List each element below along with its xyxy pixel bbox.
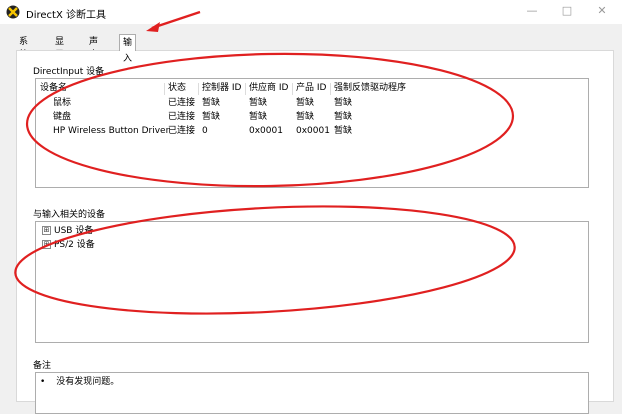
title-bar[interactable]: DirectX 诊断工具 — □ ✕ xyxy=(0,0,622,24)
column-header-force-feedback[interactable]: 强制反馈驱动程序 xyxy=(334,81,406,95)
column-separator[interactable] xyxy=(292,83,293,95)
table-row[interactable]: 键盘 已连接 暂缺 暂缺 暂缺 暂缺 xyxy=(36,110,588,124)
tab-display[interactable]: 显示 xyxy=(52,36,67,60)
tab-input[interactable]: 输入 xyxy=(119,34,137,64)
force-feedback-cell: 暂缺 xyxy=(334,112,353,122)
product-id-cell: 暂缺 xyxy=(296,112,315,122)
related-devices-tree[interactable]: ⊞ USB 设备 ⊞ PS/2 设备 xyxy=(35,221,589,343)
column-separator[interactable] xyxy=(164,83,165,95)
directinput-group-label: DirectInput 设备 xyxy=(33,67,105,77)
expand-icon[interactable]: ⊞ xyxy=(42,240,51,249)
minimize-button[interactable]: — xyxy=(514,0,550,24)
product-id-cell: 暂缺 xyxy=(296,98,315,108)
bullet-icon: • xyxy=(40,377,46,387)
status-cell: 已连接 xyxy=(168,98,196,108)
device-name-cell: 键盘 xyxy=(53,112,72,122)
list-header: 设备名 状态 控制器 ID 供应商 ID 产品 ID 强制反馈驱动程序 xyxy=(36,81,588,95)
note-item: • 没有发现问题。 xyxy=(40,375,119,389)
directinput-device-list[interactable]: 设备名 状态 控制器 ID 供应商 ID 产品 ID 强制反馈驱动程序 鼠标 已… xyxy=(35,78,589,188)
vendor-id-cell: 暂缺 xyxy=(249,98,268,108)
device-name-cell: 鼠标 xyxy=(53,98,72,108)
notes-box[interactable]: • 没有发现问题。 xyxy=(35,372,589,414)
notes-group-label: 备注 xyxy=(33,361,52,371)
force-feedback-cell: 暂缺 xyxy=(334,98,353,108)
window-title: DirectX 诊断工具 xyxy=(26,10,106,21)
tab-sound[interactable]: 声音 xyxy=(86,36,101,60)
product-id-cell: 0x0001 xyxy=(296,126,330,136)
column-header-controller-id[interactable]: 控制器 ID xyxy=(202,81,241,95)
column-header-product-id[interactable]: 产品 ID xyxy=(296,81,326,95)
tree-item-label: USB 设备 xyxy=(54,226,94,236)
related-devices-group-label: 与输入相关的设备 xyxy=(33,210,106,220)
close-button[interactable]: ✕ xyxy=(584,0,620,24)
device-name-cell: HP Wireless Button Driver xyxy=(53,126,170,136)
vendor-id-cell: 暂缺 xyxy=(249,112,268,122)
vendor-id-cell: 0x0001 xyxy=(249,126,283,136)
controller-id-cell: 暂缺 xyxy=(202,112,221,122)
tree-item-usb[interactable]: ⊞ USB 设备 xyxy=(42,224,93,238)
tree-item-label: PS/2 设备 xyxy=(54,240,95,250)
column-header-status[interactable]: 状态 xyxy=(168,81,186,95)
column-header-vendor-id[interactable]: 供应商 ID xyxy=(249,81,288,95)
status-cell: 已连接 xyxy=(168,112,196,122)
status-cell: 已连接 xyxy=(168,126,196,136)
column-separator[interactable] xyxy=(198,83,199,95)
controller-id-cell: 暂缺 xyxy=(202,98,221,108)
table-row[interactable]: 鼠标 已连接 暂缺 暂缺 暂缺 暂缺 xyxy=(36,96,588,110)
tab-content-panel: DirectInput 设备 设备名 状态 控制器 ID 供应商 ID 产品 I… xyxy=(16,50,614,414)
column-header-device-name[interactable]: 设备名 xyxy=(40,81,67,95)
force-feedback-cell: 暂缺 xyxy=(334,126,353,136)
note-text: 没有发现问题。 xyxy=(56,377,120,387)
expand-icon[interactable]: ⊞ xyxy=(42,226,51,235)
directx-app-icon xyxy=(6,5,20,19)
tab-system[interactable]: 系统 xyxy=(16,36,31,60)
tree-item-ps2[interactable]: ⊞ PS/2 设备 xyxy=(42,238,95,252)
column-separator[interactable] xyxy=(245,83,246,95)
maximize-button[interactable]: □ xyxy=(549,0,585,24)
controller-id-cell: 0 xyxy=(202,126,208,136)
table-row[interactable]: HP Wireless Button Driver 已连接 0 0x0001 0… xyxy=(36,124,588,138)
column-separator[interactable] xyxy=(330,83,331,95)
